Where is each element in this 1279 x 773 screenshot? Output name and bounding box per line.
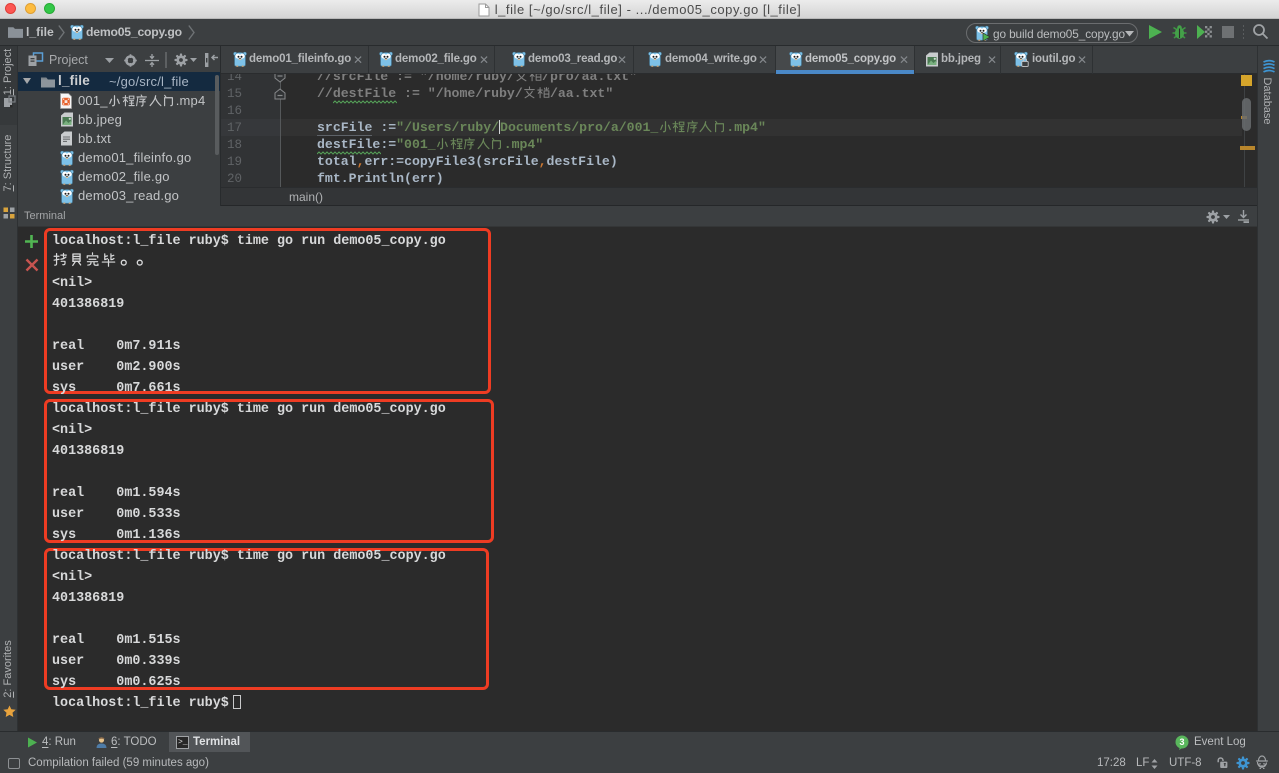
svg-text:3: 3	[1179, 737, 1184, 747]
